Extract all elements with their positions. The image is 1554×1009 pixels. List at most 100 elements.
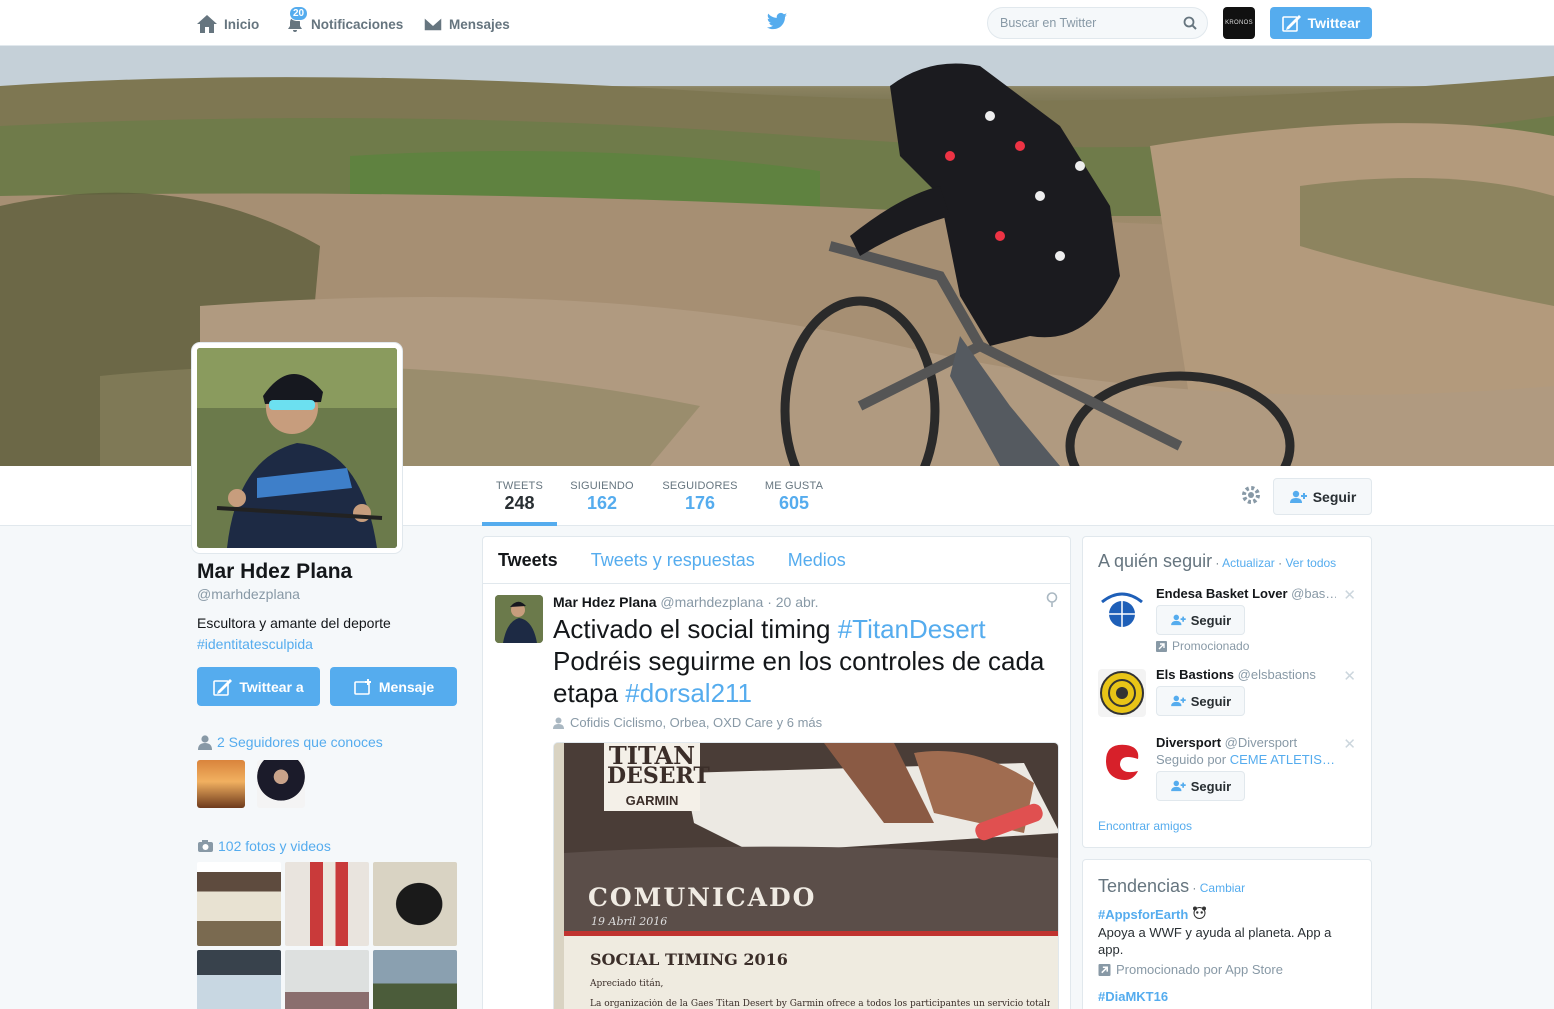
- trends-title: Tendencias: [1098, 876, 1190, 896]
- follow-suggestion-button[interactable]: Seguir: [1156, 771, 1245, 801]
- follow-suggestion-button[interactable]: Seguir: [1156, 686, 1245, 716]
- suggestion-name[interactable]: Diversport: [1156, 735, 1221, 750]
- add-user-icon: [1289, 490, 1307, 503]
- stat-tweets-value: 248: [504, 493, 535, 513]
- stat-followers-label: SEGUIDORES: [662, 480, 738, 492]
- gear-icon[interactable]: [1240, 484, 1262, 506]
- followers-you-know-label: 2 Seguidores que conoces: [217, 734, 383, 750]
- trend-description: Apoya a WWF y ayuda al planeta. App a ap…: [1098, 925, 1332, 957]
- media-thumbnail[interactable]: [197, 862, 281, 946]
- suggestion-avatar[interactable]: [1098, 588, 1146, 636]
- tweet-hashtag[interactable]: #TitanDesert: [838, 614, 986, 644]
- profile-handle[interactable]: @marhdezplana: [197, 586, 459, 602]
- timeline-tabs: Tweets Tweets y respuestas Medios: [483, 537, 1070, 584]
- follow-button[interactable]: Seguir: [1273, 478, 1372, 515]
- media-thumbnail[interactable]: [285, 950, 369, 1009]
- tweet-date[interactable]: · 20 abr.: [767, 594, 818, 610]
- tagged-users[interactable]: Cofidis Ciclismo, Orbea, OXD Care y 6 má…: [553, 715, 1058, 730]
- followed-by-account[interactable]: CEME ATLETIS…: [1230, 752, 1335, 767]
- suggestion-avatar[interactable]: [1098, 737, 1146, 785]
- follow-suggestion-label: Seguir: [1190, 778, 1232, 794]
- suggestion-handle[interactable]: @Diversport: [1225, 735, 1297, 750]
- profile-bio: Escultora y amante del deporte: [197, 615, 391, 631]
- promoted-icon: [1156, 640, 1167, 652]
- media-thumbnail[interactable]: [285, 862, 369, 946]
- find-friends-link[interactable]: Encontrar amigos: [1098, 819, 1192, 833]
- tweet-author-handle[interactable]: @marhdezplana: [660, 594, 763, 610]
- search-box[interactable]: [987, 7, 1208, 39]
- nav-notifications[interactable]: 20 Notificaciones: [285, 6, 404, 37]
- search-input[interactable]: [1000, 16, 1183, 30]
- suggestion-name[interactable]: Endesa Basket Lover: [1156, 586, 1288, 601]
- trend-promoted-label: Promocionado por App Store: [1098, 962, 1356, 977]
- account-avatar-text: KRONOS: [1225, 20, 1253, 26]
- nav-home[interactable]: Inicio: [196, 11, 259, 37]
- add-user-icon: [1170, 614, 1186, 626]
- trends-module: Tendencias · Cambiar #AppsforEarth Apoya…: [1082, 859, 1372, 1009]
- nav-notifications-label: Notificaciones: [311, 16, 404, 32]
- media-thumbnail[interactable]: [197, 950, 281, 1009]
- stat-followers[interactable]: SEGUIDORES 176: [660, 466, 740, 526]
- camera-icon: [198, 840, 213, 852]
- stat-tweets[interactable]: TWEETS 248: [482, 466, 557, 526]
- media-thumbnail[interactable]: [373, 862, 457, 946]
- suggestion-name[interactable]: Els Bastions: [1156, 667, 1234, 682]
- tweet-to-button[interactable]: Twittear a: [197, 667, 320, 706]
- stat-following[interactable]: SIGUIENDO 162: [567, 466, 637, 526]
- tweet-media-image[interactable]: TITAN DESERT GARMIN COMUNICADO 19 Abril …: [553, 742, 1059, 1009]
- trend-promoted-text: Promocionado por App Store: [1116, 962, 1283, 977]
- twitter-bird-logo[interactable]: [766, 12, 788, 32]
- photos-videos-link[interactable]: 102 fotos y videos: [197, 838, 459, 854]
- tweet-author-name[interactable]: Mar Hdez Plana: [553, 594, 656, 610]
- suggestion-avatar[interactable]: [1098, 669, 1146, 717]
- known-follower-avatar[interactable]: [257, 760, 305, 808]
- tweet-author-avatar[interactable]: [495, 595, 543, 643]
- dismiss-suggestion-icon[interactable]: ✕: [1343, 667, 1356, 685]
- follow-suggestion-label: Seguir: [1190, 693, 1232, 709]
- stat-likes[interactable]: ME GUSTA 605: [763, 466, 825, 526]
- compose-tweet-button[interactable]: Twittear: [1270, 7, 1372, 39]
- nav-home-label: Inicio: [224, 16, 260, 32]
- nav-messages-label: Mensajes: [449, 16, 510, 32]
- media-date: 19 Abril 2016: [591, 915, 668, 928]
- compose-tweet-label: Twittear: [1307, 15, 1361, 31]
- profile-bio-hashtag[interactable]: #identitatesculpida: [197, 636, 459, 652]
- tweet-timeline: Tweets Tweets y respuestas Medios Mar Hd…: [482, 536, 1071, 1009]
- profile-avatar[interactable]: [192, 343, 402, 553]
- tab-tweets[interactable]: Tweets: [498, 550, 558, 571]
- change-trends-link[interactable]: Cambiar: [1200, 881, 1245, 895]
- media-body: La organización de la Gaes Titan Desert …: [590, 999, 1050, 1009]
- tweet-text-part: Activado el social timing: [553, 614, 838, 644]
- known-follower-avatar[interactable]: [197, 760, 245, 808]
- trend-item[interactable]: #AppsforEarth: [1098, 906, 1356, 922]
- dismiss-suggestion-icon[interactable]: ✕: [1343, 586, 1356, 604]
- suggestion-handle[interactable]: @bas…: [1291, 586, 1336, 601]
- photo-grid: [197, 862, 459, 1009]
- tweet-hashtag[interactable]: #dorsal211: [625, 678, 752, 708]
- top-navigation-bar: Inicio 20 Notificaciones Mensajes KRONOS…: [0, 0, 1554, 46]
- profile-name: Mar Hdez Plana: [197, 560, 353, 583]
- search-icon[interactable]: [1183, 16, 1197, 30]
- tab-tweets-and-replies[interactable]: Tweets y respuestas: [591, 550, 755, 571]
- suggestion-handle[interactable]: @elsbastions: [1238, 667, 1316, 682]
- follow-suggestion-button[interactable]: Seguir: [1156, 605, 1245, 635]
- refresh-link[interactable]: Actualizar: [1222, 556, 1275, 570]
- dismiss-suggestion-icon[interactable]: ✕: [1343, 735, 1356, 753]
- tweet[interactable]: Mar Hdez Plana @marhdezplana · 20 abr. A…: [483, 584, 1070, 1009]
- tab-media[interactable]: Medios: [788, 550, 846, 571]
- trend-tag[interactable]: #AppsforEarth: [1098, 907, 1188, 922]
- view-all-link[interactable]: Ver todos: [1285, 556, 1336, 570]
- followers-you-know-link[interactable]: 2 Seguidores que conoces: [197, 734, 459, 750]
- garmin-logo-text: GARMIN: [625, 793, 679, 808]
- compose-icon: [213, 678, 233, 696]
- user-icon: [553, 717, 564, 729]
- message-button-label: Mensaje: [378, 678, 435, 695]
- notification-count-badge: 20: [289, 6, 309, 21]
- photos-videos-label: 102 fotos y videos: [218, 838, 331, 854]
- envelope-icon: [423, 16, 443, 32]
- trend-tag[interactable]: #DiaMKT16: [1098, 989, 1356, 1004]
- nav-messages[interactable]: Mensajes: [423, 11, 510, 37]
- media-thumbnail[interactable]: [373, 950, 457, 1009]
- account-avatar[interactable]: KRONOS: [1223, 7, 1255, 39]
- message-button[interactable]: Mensaje: [330, 667, 457, 706]
